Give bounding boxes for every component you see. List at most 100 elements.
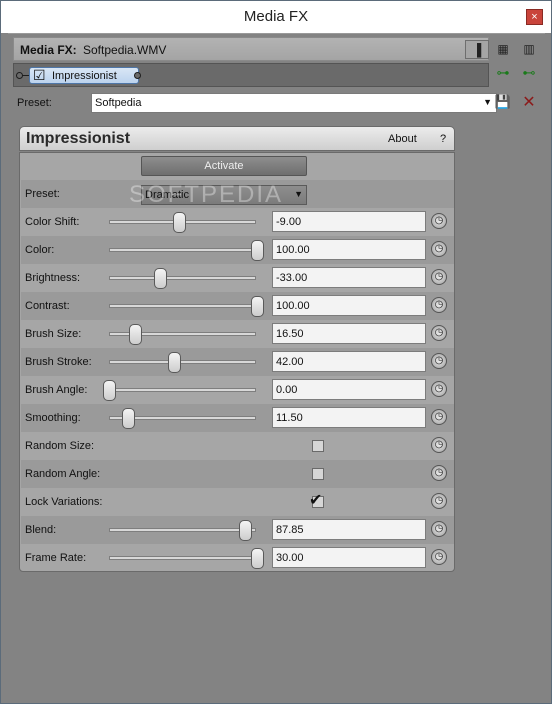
slider-track[interactable] (109, 304, 256, 308)
header-label: Media FX: (20, 43, 77, 57)
param-row-contrast: Contrast: 100.00 ◷ (21, 292, 454, 320)
remove-plugin-icon[interactable]: ⊷ (519, 65, 539, 81)
keyframe-clock-icon[interactable]: ◷ (431, 381, 447, 397)
keyframe-clock-icon[interactable]: ◷ (431, 353, 447, 369)
slider-track[interactable] (109, 248, 256, 252)
keyframe-clock-icon[interactable]: ◷ (431, 297, 447, 313)
param-row-lock-variations: Lock Variations: ✔ ◷ (21, 488, 454, 516)
param-label: Contrast: (25, 300, 70, 312)
param-label: Lock Variations: (25, 496, 103, 508)
value-text: 42.00 (276, 356, 304, 368)
param-row-random-angle: Random Angle: ◷ (21, 460, 454, 488)
param-row-frame-rate: Frame Rate: 30.00 ◷ (21, 544, 454, 572)
param-row-color: Color: 100.00 ◷ (21, 236, 454, 264)
plugin-chain-icon[interactable]: ⊶ (493, 65, 513, 81)
value-field[interactable]: 42.00 (272, 351, 426, 372)
param-row-brush-angle: Brush Angle: 0.00 ◷ (21, 376, 454, 404)
keyframe-clock-icon[interactable]: ◷ (431, 241, 447, 257)
keyframe-clock-icon[interactable]: ◷ (431, 549, 447, 565)
slider-thumb[interactable] (168, 352, 182, 373)
preset-bar-label: Preset: (17, 97, 52, 109)
slider-track[interactable] (109, 360, 256, 364)
slider-track[interactable] (109, 556, 256, 560)
keyframe-clock-icon[interactable]: ◷ (431, 269, 447, 285)
view-grid-icon[interactable]: ▦ (491, 40, 515, 59)
value-field[interactable]: 100.00 (272, 295, 426, 316)
keyframe-clock-icon[interactable]: ◷ (431, 493, 447, 509)
help-button[interactable]: ? (440, 133, 446, 145)
param-row-brush-size: Brush Size: 16.50 ◷ (21, 320, 454, 348)
media-fx-header: Media FX: Softpedia.WMV (13, 37, 489, 61)
chain-start-node (16, 72, 23, 79)
preset-bar: Preset: Softpedia ▼ (13, 93, 543, 115)
slider-thumb[interactable] (251, 240, 264, 261)
param-label: Brush Angle: (25, 384, 88, 396)
view-single-icon[interactable]: ▐ (465, 40, 489, 59)
chevron-down-icon: ▼ (483, 97, 492, 107)
value-field[interactable]: 16.50 (272, 323, 426, 344)
param-label: Blend: (25, 524, 57, 536)
value-field[interactable]: 11.50 (272, 407, 426, 428)
plugin-chain: ☑ Impressionist (13, 63, 489, 87)
value-field[interactable]: -9.00 (272, 211, 426, 232)
slider-thumb[interactable] (121, 408, 135, 429)
checkbox[interactable] (312, 468, 324, 480)
save-preset-icon[interactable]: 💾 (493, 94, 513, 110)
title-divider (8, 33, 545, 34)
plugin-chip-impressionist[interactable]: ☑ Impressionist (29, 67, 139, 84)
value-text: -33.00 (276, 272, 308, 284)
param-label: Brightness: (25, 272, 81, 284)
inner-preset-row: Preset: Dramatic ▼ SOFTPEDIA (21, 180, 454, 208)
delete-preset-icon[interactable]: ✕ (519, 92, 539, 112)
watermark-text: SOFTPEDIA (129, 181, 284, 208)
slider-thumb[interactable] (103, 380, 116, 401)
slider-thumb[interactable] (239, 520, 253, 541)
value-field[interactable]: 30.00 (272, 547, 426, 568)
view-list-icon[interactable]: ▥ (517, 40, 541, 59)
checkbox[interactable] (312, 440, 324, 452)
value-field[interactable]: 100.00 (272, 239, 426, 260)
param-label: Brush Stroke: (25, 356, 92, 368)
param-row-color-shift: Color Shift: -9.00 ◷ (21, 208, 454, 236)
plugin-chip-label: Impressionist (52, 70, 117, 82)
value-field[interactable]: -33.00 (272, 267, 426, 288)
keyframe-clock-icon[interactable]: ◷ (431, 213, 447, 229)
chain-end-node (134, 72, 141, 79)
value-text: 87.85 (276, 524, 304, 536)
param-label: Random Size: (25, 440, 95, 452)
param-row-brush-stroke: Brush Stroke: 42.00 ◷ (21, 348, 454, 376)
about-link[interactable]: About (388, 133, 417, 145)
param-label: Color: (25, 244, 55, 256)
param-row-blend: Blend: 87.85 ◷ (21, 516, 454, 544)
slider-thumb[interactable] (172, 212, 186, 233)
param-row-smoothing: Smoothing: 11.50 ◷ (21, 404, 454, 432)
plugin-title: Impressionist (26, 130, 131, 147)
slider-thumb[interactable] (154, 268, 168, 289)
slider-track[interactable] (109, 528, 256, 532)
slider-thumb[interactable] (251, 296, 264, 317)
param-label: Smoothing: (25, 412, 81, 424)
slider-track[interactable] (109, 388, 256, 392)
slider-thumb[interactable] (129, 324, 143, 345)
plugin-enabled-checkbox-icon[interactable]: ☑ (33, 67, 46, 84)
preset-combo[interactable]: Softpedia ▼ (91, 93, 497, 113)
keyframe-clock-icon[interactable]: ◷ (431, 409, 447, 425)
param-row-random-size: Random Size: ◷ (21, 432, 454, 460)
value-field[interactable]: 87.85 (272, 519, 426, 540)
value-text: 16.50 (276, 328, 304, 340)
keyframe-clock-icon[interactable]: ◷ (431, 437, 447, 453)
value-text: 11.50 (276, 412, 303, 424)
value-text: 0.00 (276, 384, 298, 396)
close-button[interactable]: × (526, 9, 543, 25)
title-bar: Media FX × (1, 1, 551, 33)
param-label: Color Shift: (25, 216, 80, 228)
value-text: -9.00 (276, 216, 302, 228)
param-label: Frame Rate: (25, 552, 87, 564)
slider-thumb[interactable] (251, 548, 264, 569)
keyframe-clock-icon[interactable]: ◷ (431, 521, 447, 537)
slider-track[interactable] (109, 276, 256, 280)
value-field[interactable]: 0.00 (272, 379, 426, 400)
keyframe-clock-icon[interactable]: ◷ (431, 465, 447, 481)
activate-button[interactable]: Activate (141, 156, 307, 176)
keyframe-clock-icon[interactable]: ◷ (431, 325, 447, 341)
